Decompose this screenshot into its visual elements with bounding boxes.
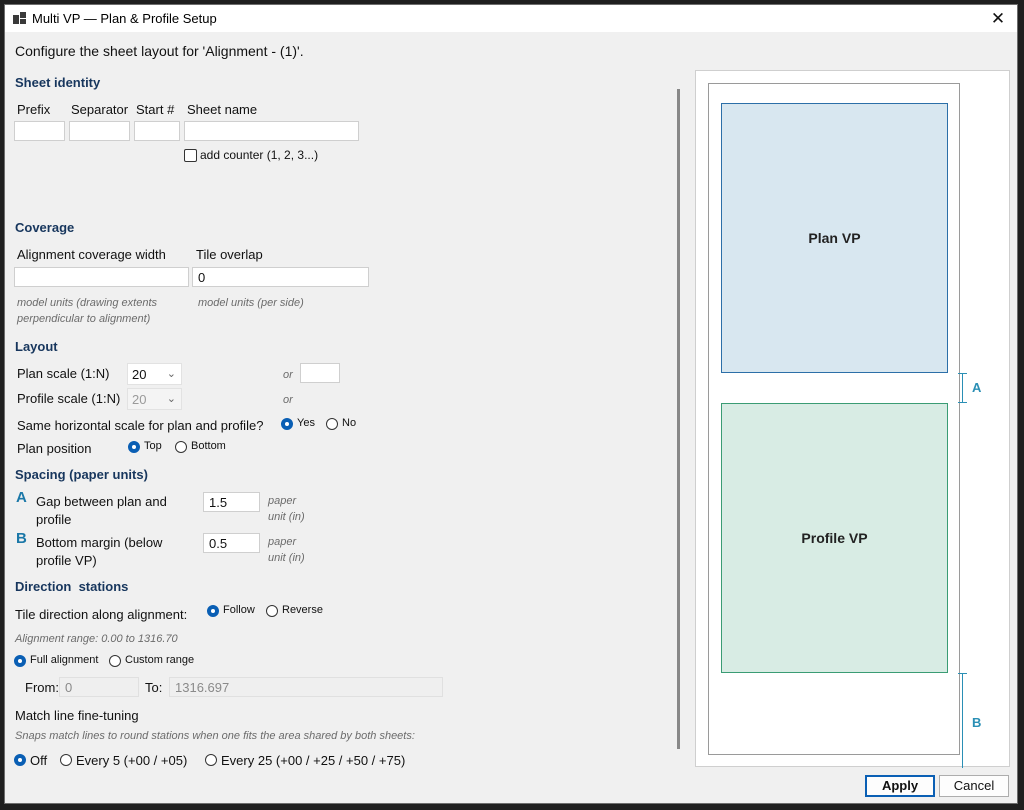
- profile-scale-value: 20: [132, 392, 147, 407]
- sheet-name-label: Sheet name: [187, 102, 258, 117]
- chevron-down-icon: ⌄: [166, 368, 176, 380]
- gap-label-line2: profile: [36, 512, 72, 527]
- dimension-b-line: [962, 673, 963, 768]
- cancel-button[interactable]: Cancel: [939, 775, 1009, 797]
- bottom-label: Bottom: [191, 440, 226, 452]
- margin-input[interactable]: 0.5: [203, 533, 260, 553]
- direction-heading: Direction stations: [15, 579, 129, 594]
- margin-label-line2: profile VP): [36, 553, 97, 568]
- margin-unit-line2: unit (in): [268, 552, 305, 564]
- sheet-identity-heading: Sheet identity: [15, 75, 101, 90]
- sheet-name-input[interactable]: [184, 121, 359, 141]
- off-label: Off: [30, 753, 48, 768]
- intro-text: Configure the sheet layout for 'Alignmen…: [15, 43, 304, 59]
- plan-scale-label: Plan scale (1:N): [17, 366, 110, 381]
- window-title: Multi VP — Plan & Profile Setup: [32, 11, 217, 26]
- apply-button[interactable]: Apply: [865, 775, 935, 797]
- app-icon: [13, 12, 26, 24]
- tile-overlap-note: model units (per side): [198, 297, 304, 309]
- every25-label: Every 25 (+00 / +25 / +50 / +75): [221, 753, 406, 768]
- plan-scale-select[interactable]: 20 ⌄: [127, 363, 182, 385]
- add-counter-checkbox[interactable]: [184, 149, 197, 162]
- from-input: 0: [59, 677, 139, 697]
- plan-position-top-radio[interactable]: [128, 441, 140, 453]
- reverse-label: Reverse: [282, 604, 323, 616]
- margin-letter-b: B: [16, 530, 27, 547]
- tile-overlap-input[interactable]: 0: [192, 267, 369, 287]
- title-bar: Multi VP — Plan & Profile Setup ✕: [5, 5, 1017, 32]
- add-counter-label: add counter (1, 2, 3...): [200, 148, 319, 162]
- separator-input[interactable]: [69, 121, 130, 141]
- coverage-width-label: Alignment coverage width: [17, 247, 166, 262]
- prefix-label: Prefix: [17, 102, 51, 117]
- custom-range-label: Custom range: [125, 654, 195, 666]
- coverage-width-input[interactable]: [14, 267, 189, 287]
- gap-letter-a: A: [16, 489, 27, 506]
- gap-unit-line2: unit (in): [268, 511, 305, 523]
- dimension-a-line: [962, 373, 963, 403]
- every5-label: Every 5 (+00 / +05): [76, 753, 188, 768]
- coverage-heading: Coverage: [15, 220, 75, 235]
- dimension-b-label: B: [972, 715, 982, 730]
- margin-unit-line1: paper: [268, 536, 297, 548]
- profile-viewport: Profile VP: [721, 403, 948, 673]
- direction-follow-radio[interactable]: [207, 605, 219, 617]
- top-label: Top: [144, 440, 162, 452]
- match-every25-radio[interactable]: [205, 754, 217, 766]
- alignment-range-note: Alignment range: 0.00 to 1316.70: [15, 633, 178, 645]
- profile-vp-label: Profile VP: [801, 530, 868, 546]
- gap-label-line1: Gap between plan and: [36, 494, 167, 509]
- yes-label: Yes: [297, 417, 315, 429]
- plan-viewport: Plan VP: [721, 103, 948, 373]
- match-line-note: Snaps match lines to round stations when…: [15, 730, 415, 742]
- profile-scale-select: 20 ⌄: [127, 388, 182, 410]
- to-input: 1316.697: [169, 677, 443, 697]
- gap-input[interactable]: 1.5: [203, 492, 260, 512]
- plan-position-label: Plan position: [17, 441, 92, 456]
- dimension-a-tick-top: [958, 373, 967, 374]
- follow-label: Follow: [223, 604, 255, 616]
- dimension-a-tick-bottom: [958, 402, 967, 403]
- same-scale-label: Same horizontal scale for plan and profi…: [17, 418, 264, 433]
- from-label: From:: [25, 680, 59, 695]
- plan-vp-label: Plan VP: [808, 230, 861, 246]
- same-scale-no-radio[interactable]: [326, 418, 338, 430]
- match-off-radio[interactable]: [14, 754, 26, 766]
- plan-scale-custom-input[interactable]: [300, 363, 340, 383]
- tile-overlap-label: Tile overlap: [196, 247, 263, 262]
- layout-heading: Layout: [15, 339, 58, 354]
- vertical-scrollbar[interactable]: [677, 89, 680, 749]
- plan-scale-value: 20: [132, 367, 147, 382]
- or-label: or: [283, 394, 293, 406]
- full-alignment-radio[interactable]: [14, 655, 26, 667]
- gap-unit-line1: paper: [268, 495, 297, 507]
- start-number-input[interactable]: [134, 121, 180, 141]
- layout-preview: Plan VP Profile VP A B: [695, 70, 1010, 768]
- dialog-window: Multi VP — Plan & Profile Setup ✕ Config…: [4, 4, 1018, 804]
- to-label: To:: [145, 680, 163, 695]
- match-line-heading: Match line fine-tuning: [15, 708, 139, 723]
- match-every5-radio[interactable]: [60, 754, 72, 766]
- or-label: or: [283, 369, 293, 381]
- margin-label-line1: Bottom margin (below: [36, 535, 163, 550]
- dimension-a-label: A: [972, 380, 982, 395]
- start-number-label: Start #: [136, 102, 175, 117]
- separator-label: Separator: [71, 102, 129, 117]
- dimension-b-tick-top: [958, 673, 967, 674]
- no-label: No: [342, 417, 357, 429]
- full-alignment-label: Full alignment: [30, 654, 99, 666]
- profile-scale-label: Profile scale (1:N): [17, 391, 121, 406]
- direction-reverse-radio[interactable]: [266, 605, 278, 617]
- coverage-width-note: model units (drawing extents perpendicul…: [17, 297, 158, 325]
- sheet-outline: Plan VP Profile VP: [708, 83, 960, 755]
- chevron-down-icon: ⌄: [166, 393, 176, 405]
- close-icon[interactable]: ✕: [983, 7, 1013, 31]
- prefix-input[interactable]: [14, 121, 65, 141]
- spacing-heading: Spacing (paper units): [15, 467, 148, 482]
- tile-direction-label: Tile direction along alignment:: [15, 607, 188, 622]
- plan-position-bottom-radio[interactable]: [175, 441, 187, 453]
- same-scale-yes-radio[interactable]: [281, 418, 293, 430]
- custom-range-radio[interactable]: [109, 655, 121, 667]
